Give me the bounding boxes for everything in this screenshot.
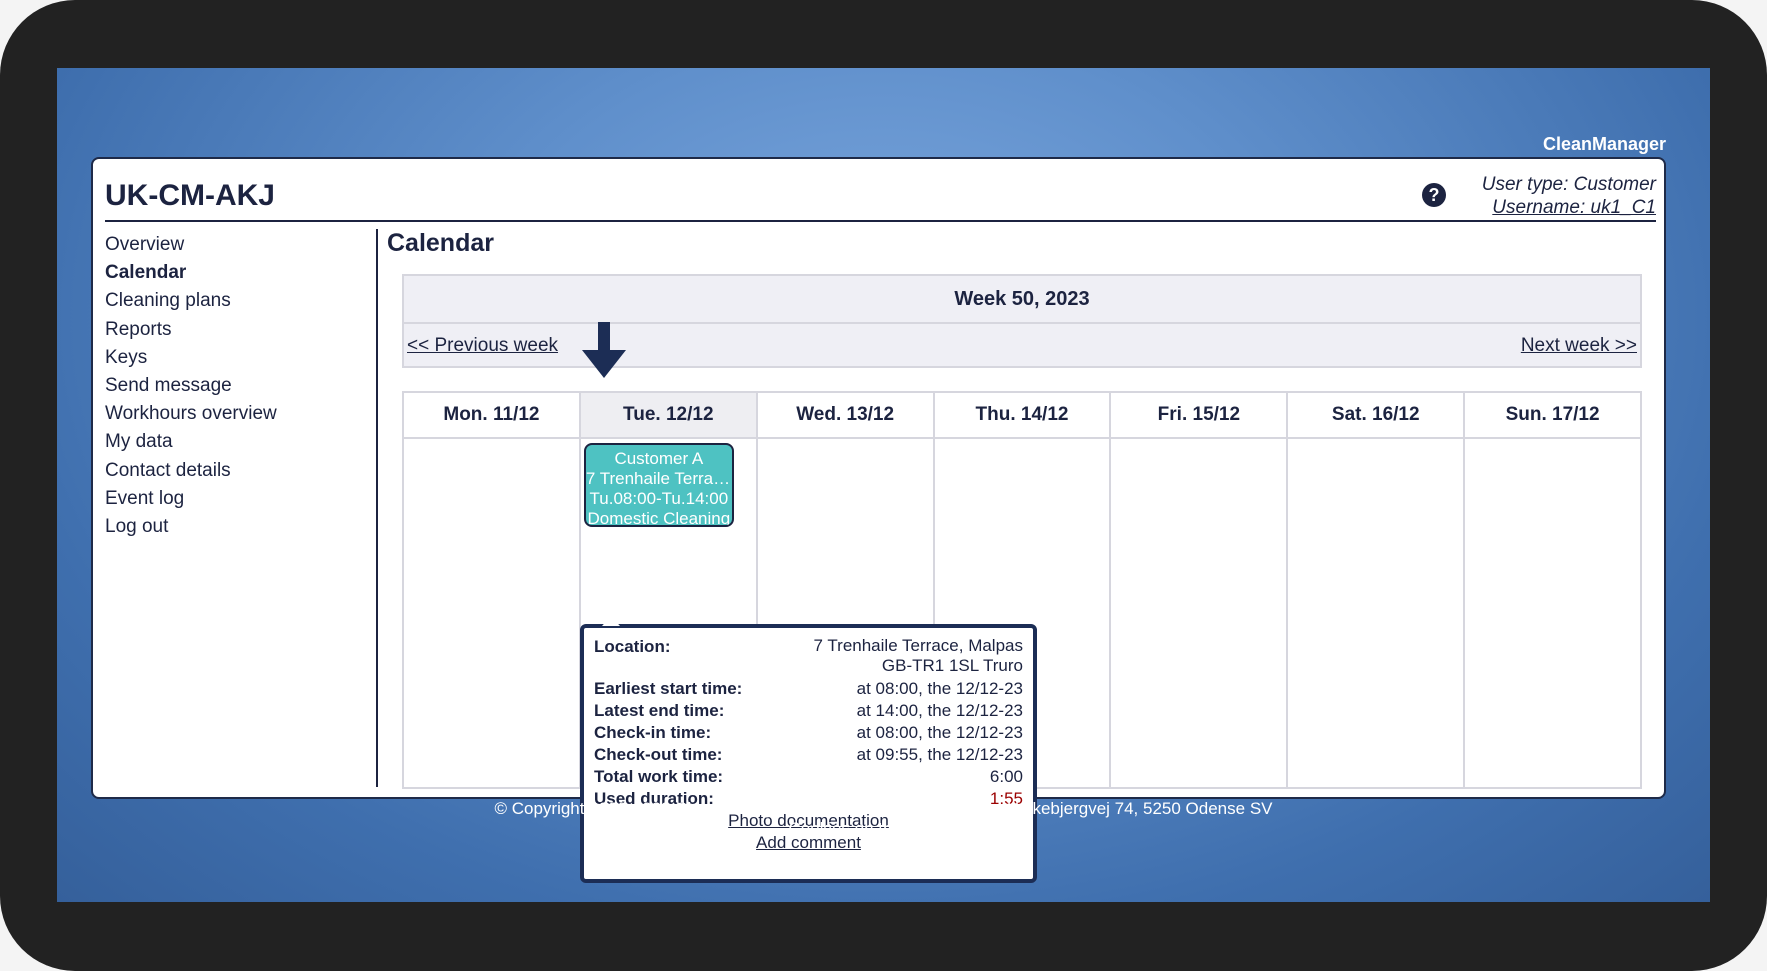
location-line-2: GB-TR1 1SL Truro [881, 656, 1023, 675]
day-header: Sun. 17/12 [1465, 393, 1641, 439]
username: Username: uk1_C1 [1492, 197, 1656, 218]
popup-row: Earliest start time: at 08:00, the 12/12… [594, 678, 1023, 700]
sidebar-item-workhours-overview[interactable]: Workhours overview [105, 400, 375, 428]
row-value: at 09:55, the 12/12-23 [856, 745, 1023, 764]
location-label: Location: [594, 637, 671, 656]
popup-row: Total work time: 6:00 [594, 766, 1023, 788]
sidebar-item-reports[interactable]: Reports [105, 316, 375, 344]
event-address: 7 Trenhaile Terrace, Malpas [585, 469, 732, 488]
device-frame: CleanManager UK-CM-AKJ ? User type: Cust… [0, 0, 1767, 971]
day-column-fri: Fri. 15/12 [1111, 393, 1289, 787]
user-info: User type: Customer Username: uk1_C1 [1482, 173, 1656, 219]
sidebar-item-calendar[interactable]: Calendar [105, 259, 375, 287]
day-column-mon: Mon. 11/12 [404, 393, 581, 787]
copyright-text: © Copyright 2009-2023 CleanManager ApS -… [494, 799, 1273, 818]
page-title: Calendar [387, 229, 494, 257]
day-header: Fri. 15/12 [1111, 393, 1287, 439]
row-label: Latest end time: [594, 701, 725, 720]
day-column-sun: Sun. 17/12 [1465, 393, 1641, 787]
sidebar-item-log-out[interactable]: Log out [105, 513, 375, 541]
site-title: UK-CM-AKJ [105, 179, 275, 212]
popup-row: Check-in time: at 08:00, the 12/12-23 [594, 722, 1023, 744]
popup-row: Latest end time: at 14:00, the 12/12-23 [594, 700, 1023, 722]
day-header: Sat. 16/12 [1288, 393, 1464, 439]
sidebar-nav: Overview Calendar Cleaning plans Reports… [105, 231, 375, 541]
day-header: Wed. 13/12 [757, 393, 933, 439]
day-header: Mon. 11/12 [404, 393, 579, 439]
popup-caret [602, 616, 620, 626]
sidebar-item-cleaning-plans[interactable]: Cleaning plans [105, 287, 375, 315]
sidebar-item-my-data[interactable]: My data [105, 428, 375, 456]
location-value: 7 Trenhaile Terrace, Malpas GB-TR1 1SL T… [814, 636, 1023, 676]
row-value: at 08:00, the 12/12-23 [856, 723, 1023, 742]
popup-row-location: Location: 7 Trenhaile Terrace, Malpas GB… [594, 636, 1023, 678]
row-label: Check-out time: [594, 745, 723, 764]
row-label: Check-in time: [594, 723, 712, 742]
user-type: User type: Customer [1481, 174, 1656, 195]
event-service: Domestic Cleaning [587, 509, 731, 527]
app-background: CleanManager UK-CM-AKJ ? User type: Cust… [57, 68, 1710, 902]
footer: © Copyright 2009-2023 CleanManager ApS -… [57, 799, 1710, 839]
next-week-link[interactable]: Next week >> [1521, 335, 1637, 357]
arrow-down-icon [582, 322, 626, 378]
row-value: 6:00 [989, 767, 1023, 786]
popup-row: Check-out time: at 09:55, the 12/12-23 [594, 744, 1023, 766]
sidebar-item-contact-details[interactable]: Contact details [105, 457, 375, 485]
brand-name: CleanManager [1542, 134, 1666, 154]
event-details-popup: Location: 7 Trenhaile Terrace, Malpas GB… [580, 616, 1037, 883]
row-value: at 08:00, the 12/12-23 [856, 679, 1023, 698]
sidebar-divider [376, 229, 378, 787]
sidebar-item-keys[interactable]: Keys [105, 344, 375, 372]
event-time: Tu.08:00-Tu.14:00 [589, 489, 729, 508]
row-label: Total work time: [594, 767, 724, 786]
sidebar-item-overview[interactable]: Overview [105, 231, 375, 259]
week-title: Week 50, 2023 [954, 288, 1090, 310]
cookies-link[interactable]: Cookies on this webpage [57, 819, 1710, 839]
event-customer: Customer A [614, 449, 704, 468]
row-value: at 14:00, the 12/12-23 [856, 701, 1023, 720]
row-label: Earliest start time: [594, 679, 743, 698]
main-panel: UK-CM-AKJ ? User type: Customer Username… [91, 157, 1666, 883]
calendar-event[interactable]: Customer A 7 Trenhaile Terrace, Malpas T… [583, 443, 734, 527]
previous-week-link[interactable]: << Previous week [407, 335, 558, 357]
header-divider [105, 220, 1656, 222]
location-line-1: 7 Trenhaile Terrace, Malpas [813, 636, 1023, 655]
sidebar-item-event-log[interactable]: Event log [105, 485, 375, 513]
question-circle-icon[interactable]: ? [1422, 183, 1446, 207]
sidebar-item-send-message[interactable]: Send message [105, 372, 375, 400]
day-column-sat: Sat. 16/12 [1288, 393, 1466, 787]
day-header: Tue. 12/12 [580, 393, 756, 439]
day-header: Thu. 14/12 [934, 393, 1110, 439]
